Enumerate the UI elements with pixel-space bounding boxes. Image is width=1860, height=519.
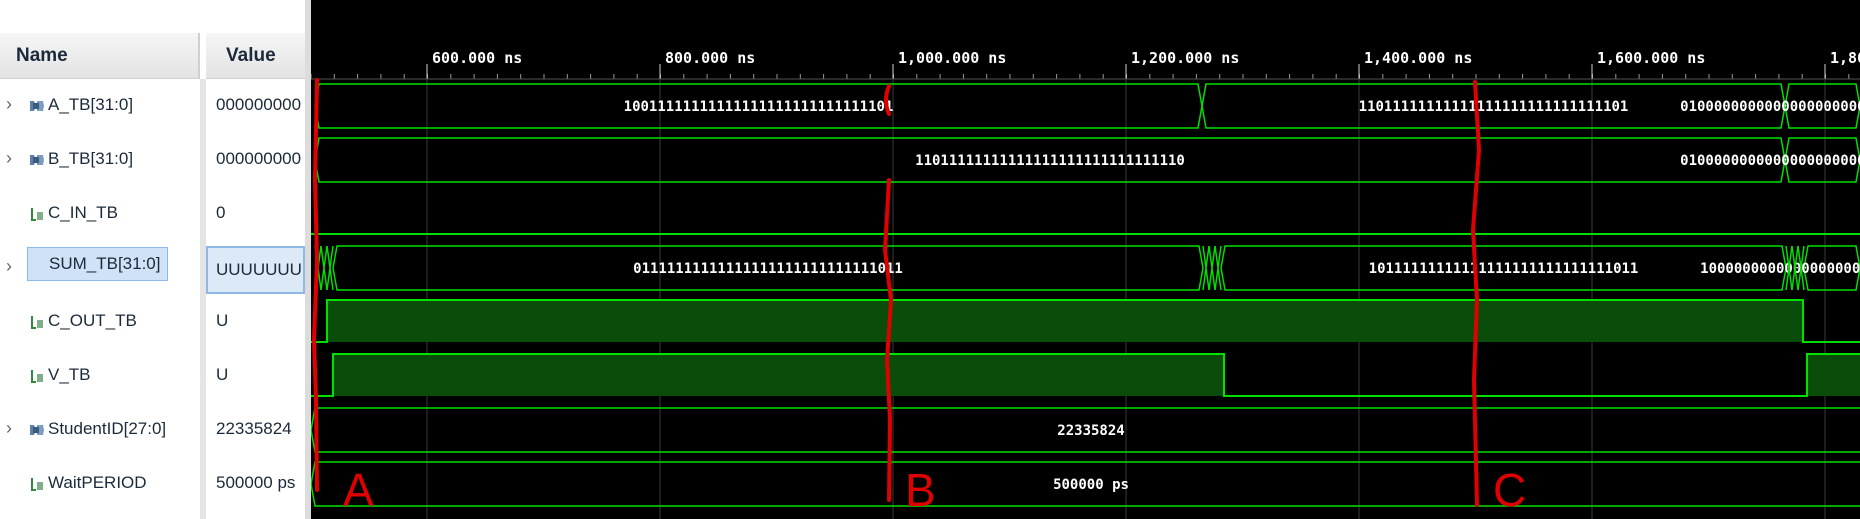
signal-name: SUM_TB[31:0] [27, 247, 168, 281]
signal-value: 22335824 [216, 419, 292, 438]
student-id-wave-value-label: 22335824 [1057, 423, 1124, 439]
c-out-tb-high-fill [327, 300, 1803, 342]
time-axis-label: 1,000.000 ns [898, 49, 1006, 67]
signal-row-a_tb[interactable]: › A_TB[31:0] [0, 79, 200, 133]
signal-name: StudentID[27:0] [48, 419, 167, 438]
signal-value: U [216, 311, 229, 330]
time-axis-label: 1,400.000 ns [1364, 49, 1472, 67]
bit-signal-icon [31, 478, 43, 491]
time-axis-label: 1,600.000 ns [1597, 49, 1705, 67]
name-column-header[interactable]: Name [0, 33, 200, 79]
time-axis-label: 800.000 ns [665, 49, 755, 67]
signal-row-c_out_tb[interactable]: C_OUT_TB [0, 295, 200, 349]
sum-tb-wave-value-label: 10111111111111111111111111111011 [1369, 261, 1639, 277]
signal-value: UUUUUUUU [216, 260, 305, 279]
sum-tb-transition-mark [1202, 245, 1210, 291]
bit-signal-icon [31, 208, 43, 221]
signal-name: C_IN_TB [48, 203, 118, 222]
signal-row-v_tb[interactable]: V_TB [0, 349, 200, 403]
signal-value-cell[interactable]: 000000000 [206, 79, 305, 133]
signal-value-cell[interactable]: U [206, 349, 305, 403]
signal-name: A_TB[31:0] [48, 95, 134, 114]
signal-value-cell[interactable]: 000000000 [206, 133, 305, 187]
value-column-header[interactable]: Value [206, 33, 305, 79]
sum-tb-wave-value-label: 01111111111111111111111111111011 [633, 261, 903, 277]
signal-row-studentid[interactable]: › StudentID[27:0] [0, 403, 200, 457]
signal-panel: Name Value › A_TB[31:0] 000000000 › B_TB[31:… [0, 0, 305, 519]
a-tb-wave-value-label: 11011111111111111111111111111101 [1359, 99, 1629, 115]
signal-value: 500000 ps [216, 473, 296, 492]
signal-value-cell[interactable]: 22335824 [206, 403, 305, 457]
wait-period-wave-value-label: 500000 ps [1053, 477, 1129, 493]
signal-name: B_TB[31:0] [48, 149, 134, 168]
signal-value-cell[interactable]: 0 [206, 187, 305, 241]
signal-value: U [216, 365, 229, 384]
signal-row-b_tb[interactable]: › B_TB[31:0] [0, 133, 200, 187]
signal-value-cell[interactable]: U [206, 295, 305, 349]
bus-signal-icon [30, 101, 44, 111]
time-axis-label: 600.000 ns [432, 49, 522, 67]
bus-signal-icon [30, 155, 44, 165]
sum-tb-value-label: 10000000000000000000000000000010 [1700, 261, 1860, 277]
sum-tb-transition-mark [1208, 245, 1216, 291]
bus-signal-icon [30, 425, 44, 435]
v-tb-high-fill [333, 354, 1224, 396]
annotation-marker-c [1470, 80, 1482, 507]
signal-value: 000000000 [216, 95, 302, 114]
annotation-label-b: B [905, 464, 936, 516]
v-tb-high-fill [1807, 354, 1860, 396]
annotation-marker-a [311, 78, 320, 492]
time-axis-label: 1,200.000 ns [1131, 49, 1239, 67]
chevron-right-icon[interactable]: › [6, 148, 12, 169]
a-tb-wave-value-label: 10011111111111111111111111111101 [624, 99, 894, 115]
sum-tb-transition-mark [326, 245, 334, 291]
annotation-label-a: A [343, 464, 374, 516]
signal-value-cell[interactable]: UUUUUUUU [206, 246, 305, 294]
signal-value: 000000000 [216, 149, 302, 168]
b-tb-wave-value-label: 11011111111111111111111111111110 [915, 153, 1185, 169]
signal-row-waitperiod[interactable]: WaitPERIOD [0, 457, 200, 511]
signal-name: V_TB [48, 365, 91, 384]
signal-row-c_in_tb[interactable]: C_IN_TB [0, 187, 200, 241]
signal-value: 0 [216, 203, 226, 222]
signal-value-cell[interactable]: 500000 ps [206, 457, 305, 511]
annotation-label-c: C [1493, 464, 1526, 516]
sum-tb-transition-mark [1214, 245, 1222, 291]
chevron-right-icon[interactable]: › [6, 94, 12, 115]
chevron-right-icon[interactable]: › [6, 256, 12, 277]
signal-name: C_OUT_TB [48, 311, 137, 330]
time-axis-label: 1,80 [1830, 49, 1860, 67]
a-tb-value-label: 01000000000000000000000000000010 [1680, 99, 1860, 115]
signal-row-sum_tb[interactable]: › SUM_TB[31:0] [0, 241, 200, 295]
waveform-viewer[interactable]: 600.000 ns 800.000 ns 1,000.000 ns 1,200.00… [311, 0, 1860, 519]
chevron-right-icon[interactable]: › [6, 418, 12, 439]
sum-tb-transition-mark [320, 245, 328, 291]
bit-signal-icon [31, 370, 43, 383]
bit-signal-icon [31, 316, 43, 329]
signal-name: WaitPERIOD [48, 473, 147, 492]
b-tb-value-label: 01000000000000000000000000000000 [1680, 153, 1860, 169]
